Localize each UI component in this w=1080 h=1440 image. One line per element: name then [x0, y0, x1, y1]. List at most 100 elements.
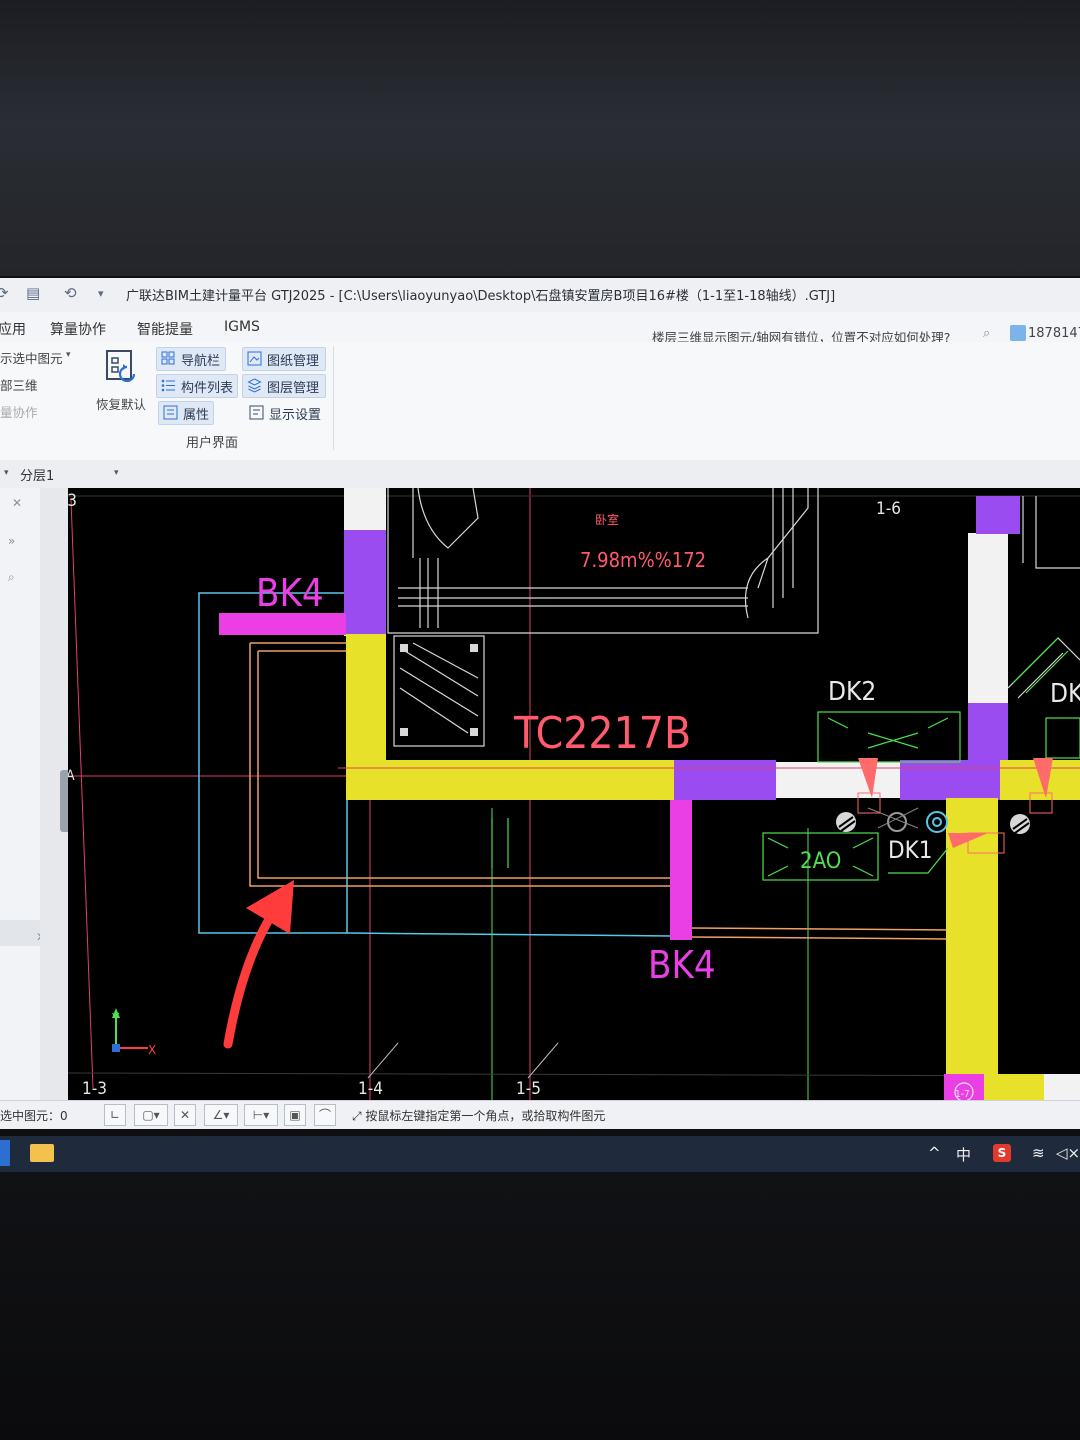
room-area-label: 7.98m%%172 [580, 548, 706, 572]
menu-apply[interactable]: 应用 [0, 319, 26, 339]
drawing-canvas[interactable]: Y X 1-3 1-6 A 1-3 1-4 1-5 1-7 卧室 7.98m%%… [68, 488, 1080, 1100]
properties-toggle[interactable]: 属性 [158, 401, 214, 425]
menu-igms[interactable]: IGMS [224, 319, 260, 335]
arc-icon[interactable]: ⌒ [314, 1104, 336, 1126]
app-logo-icon[interactable]: ⟳ [0, 284, 9, 302]
properties-label: 属性 [183, 408, 210, 423]
wall-purple [976, 496, 1020, 534]
chevron-down-icon[interactable]: ▾ [66, 350, 71, 360]
grid-line [68, 1072, 1080, 1077]
view-icon[interactable]: ▣ [284, 1104, 306, 1126]
snap-icon[interactable]: ⊢▾ [244, 1104, 278, 1126]
undo-icon[interactable]: ⟲ [64, 284, 77, 302]
axis-line-1-3 [70, 499, 94, 1089]
side-panel: ✕ » ⌕ ✕ [0, 488, 46, 1100]
restore-default-button[interactable]: 恢复默认 [92, 346, 156, 414]
wall-tag-bk4-bottom: BK4 [648, 943, 716, 987]
select-box-icon[interactable]: ▢▾ [134, 1104, 168, 1126]
quick-access-dropdown-icon[interactable]: ▾ [98, 287, 104, 300]
volume-mute-icon[interactable]: ◁× [1056, 1144, 1080, 1162]
wall-white [968, 533, 1008, 703]
wall-white [1044, 1074, 1080, 1100]
ribbon: 示选中图元 ▾ 部三维 量协作 恢复默认 导航栏 构件列表 属性 图纸管理 图层… [0, 342, 1080, 461]
panel-header [0, 920, 40, 946]
annotation-arrow [223, 880, 294, 1049]
chevron-down-icon[interactable]: ▾ [4, 468, 9, 478]
selected-count: 选中图元：0 [0, 1109, 68, 1123]
orange-outline [689, 927, 951, 940]
restore-default-icon [106, 350, 136, 382]
axis-label-1-7: 1-7 [955, 1089, 970, 1100]
wall-yellow [984, 1074, 1044, 1100]
door-tag-dk2: DK2 [828, 677, 876, 707]
nav-bar-toggle[interactable]: 导航栏 [156, 347, 226, 371]
os-taskbar: ^ 中 S ≋ ◁× [0, 1136, 1080, 1172]
title-bar: ⟳ ▤ ⟲ ▾ 广联达BIM土建计量平台 GTJ2025 - [C:\Users… [0, 278, 1080, 313]
angle-icon[interactable]: ∠▾ [204, 1104, 238, 1126]
partial-3d-option[interactable]: 部三维 [0, 375, 38, 394]
user-id[interactable]: 1878147 [1028, 326, 1080, 341]
floor-selector[interactable]: 分层1 [20, 465, 54, 484]
display-settings-icon [249, 405, 264, 420]
folder-icon[interactable] [30, 1144, 54, 1162]
fixture-corners [400, 644, 478, 736]
component-list-label: 构件列表 [181, 381, 234, 396]
wall-purple [900, 760, 970, 800]
cross-select-icon[interactable]: ✕ [174, 1104, 196, 1126]
layer-mgmt-button[interactable]: 图层管理 [242, 374, 326, 398]
ui-group-label: 用户界面 [186, 436, 239, 451]
axis-label-1-4: 1-4 [358, 1079, 383, 1099]
drawing-mgmt-button[interactable]: 图纸管理 [242, 347, 326, 371]
chevron-up-icon[interactable]: ^ [928, 1144, 941, 1162]
axis-label-1-5: 1-5 [516, 1079, 541, 1099]
room-name-label: 卧室 [595, 512, 619, 527]
user-avatar-icon[interactable] [1010, 325, 1026, 341]
circle-symbols [836, 807, 1030, 834]
menu-smart-extract[interactable]: 智能提量 [137, 319, 193, 339]
monitor-bezel-top [0, 0, 1080, 276]
display-settings-label: 显示设置 [269, 408, 322, 423]
drawing-mgmt-label: 图纸管理 [267, 354, 320, 369]
ribbon-separator [333, 346, 334, 450]
cad-drawing[interactable]: Y X 1-3 1-6 A 1-3 1-4 1-5 1-7 卧室 7.98m%%… [68, 488, 1080, 1100]
save-icon[interactable]: ▤ [26, 284, 40, 302]
ucs-y-label: Y [111, 1011, 120, 1025]
menu-collab[interactable]: 算量协作 [50, 319, 106, 339]
floor-dropdown-icon[interactable]: ▾ [114, 468, 119, 478]
tray-app-icon[interactable]: S [993, 1144, 1011, 1162]
search-icon[interactable]: ⌕ [8, 570, 15, 585]
app-taskbar-icon[interactable] [0, 1140, 10, 1166]
wall-magenta-bk4 [670, 800, 692, 940]
list-icon [161, 379, 175, 392]
wall-purple [674, 760, 776, 800]
door-tag-2ao: 2AO [800, 849, 841, 874]
close-icon[interactable]: ✕ [12, 496, 22, 510]
command-hint-text: 按鼠标左键指定第一个角点，或拾取构件图元 [365, 1109, 606, 1123]
ortho-icon[interactable]: ∟ [104, 1104, 126, 1126]
wall-purple [344, 530, 386, 634]
floor-bar: ▾ 分层1 ▾ [0, 460, 1080, 489]
status-bar: 选中图元：0 ∟ ▢▾ ✕ ∠▾ ⊢▾ ▣ ⌒ ⤢ 按鼠标左键指定第一个角点，或… [0, 1100, 1080, 1129]
cyan-outline [346, 932, 671, 937]
show-selected-3d-option[interactable]: 示选中图元 [0, 348, 63, 367]
layers-icon [247, 378, 262, 393]
window-tag-tc2217b: TC2217B [513, 708, 691, 759]
wall-yellow [346, 760, 676, 800]
search-icon[interactable]: ⌕ [983, 326, 990, 341]
wifi-icon[interactable]: ≋ [1032, 1144, 1045, 1162]
display-settings-button[interactable]: 显示设置 [244, 401, 328, 425]
command-hint: ⤢ 按鼠标左键指定第一个角点，或拾取构件图元 [352, 1109, 606, 1123]
ime-indicator[interactable]: 中 [956, 1144, 971, 1165]
monitor-bezel-bottom [0, 1172, 1080, 1440]
collab-option[interactable]: 量协作 [0, 402, 38, 421]
component-list-toggle[interactable]: 构件列表 [156, 374, 238, 398]
layer-mgmt-label: 图层管理 [267, 381, 320, 396]
window-title: 广联达BIM土建计量平台 GTJ2025 - [C:\Users\liaoyun… [126, 289, 836, 304]
expand-icon[interactable]: » [8, 534, 15, 548]
grid-icon [161, 351, 175, 365]
axis-label-1-3-bottom: 1-3 [82, 1079, 107, 1099]
restore-default-label: 恢复默认 [96, 397, 147, 412]
wall-tag-bk4-top: BK4 [256, 571, 324, 615]
axis-label-1-3-top: 1-3 [68, 491, 77, 511]
properties-icon [163, 405, 178, 420]
